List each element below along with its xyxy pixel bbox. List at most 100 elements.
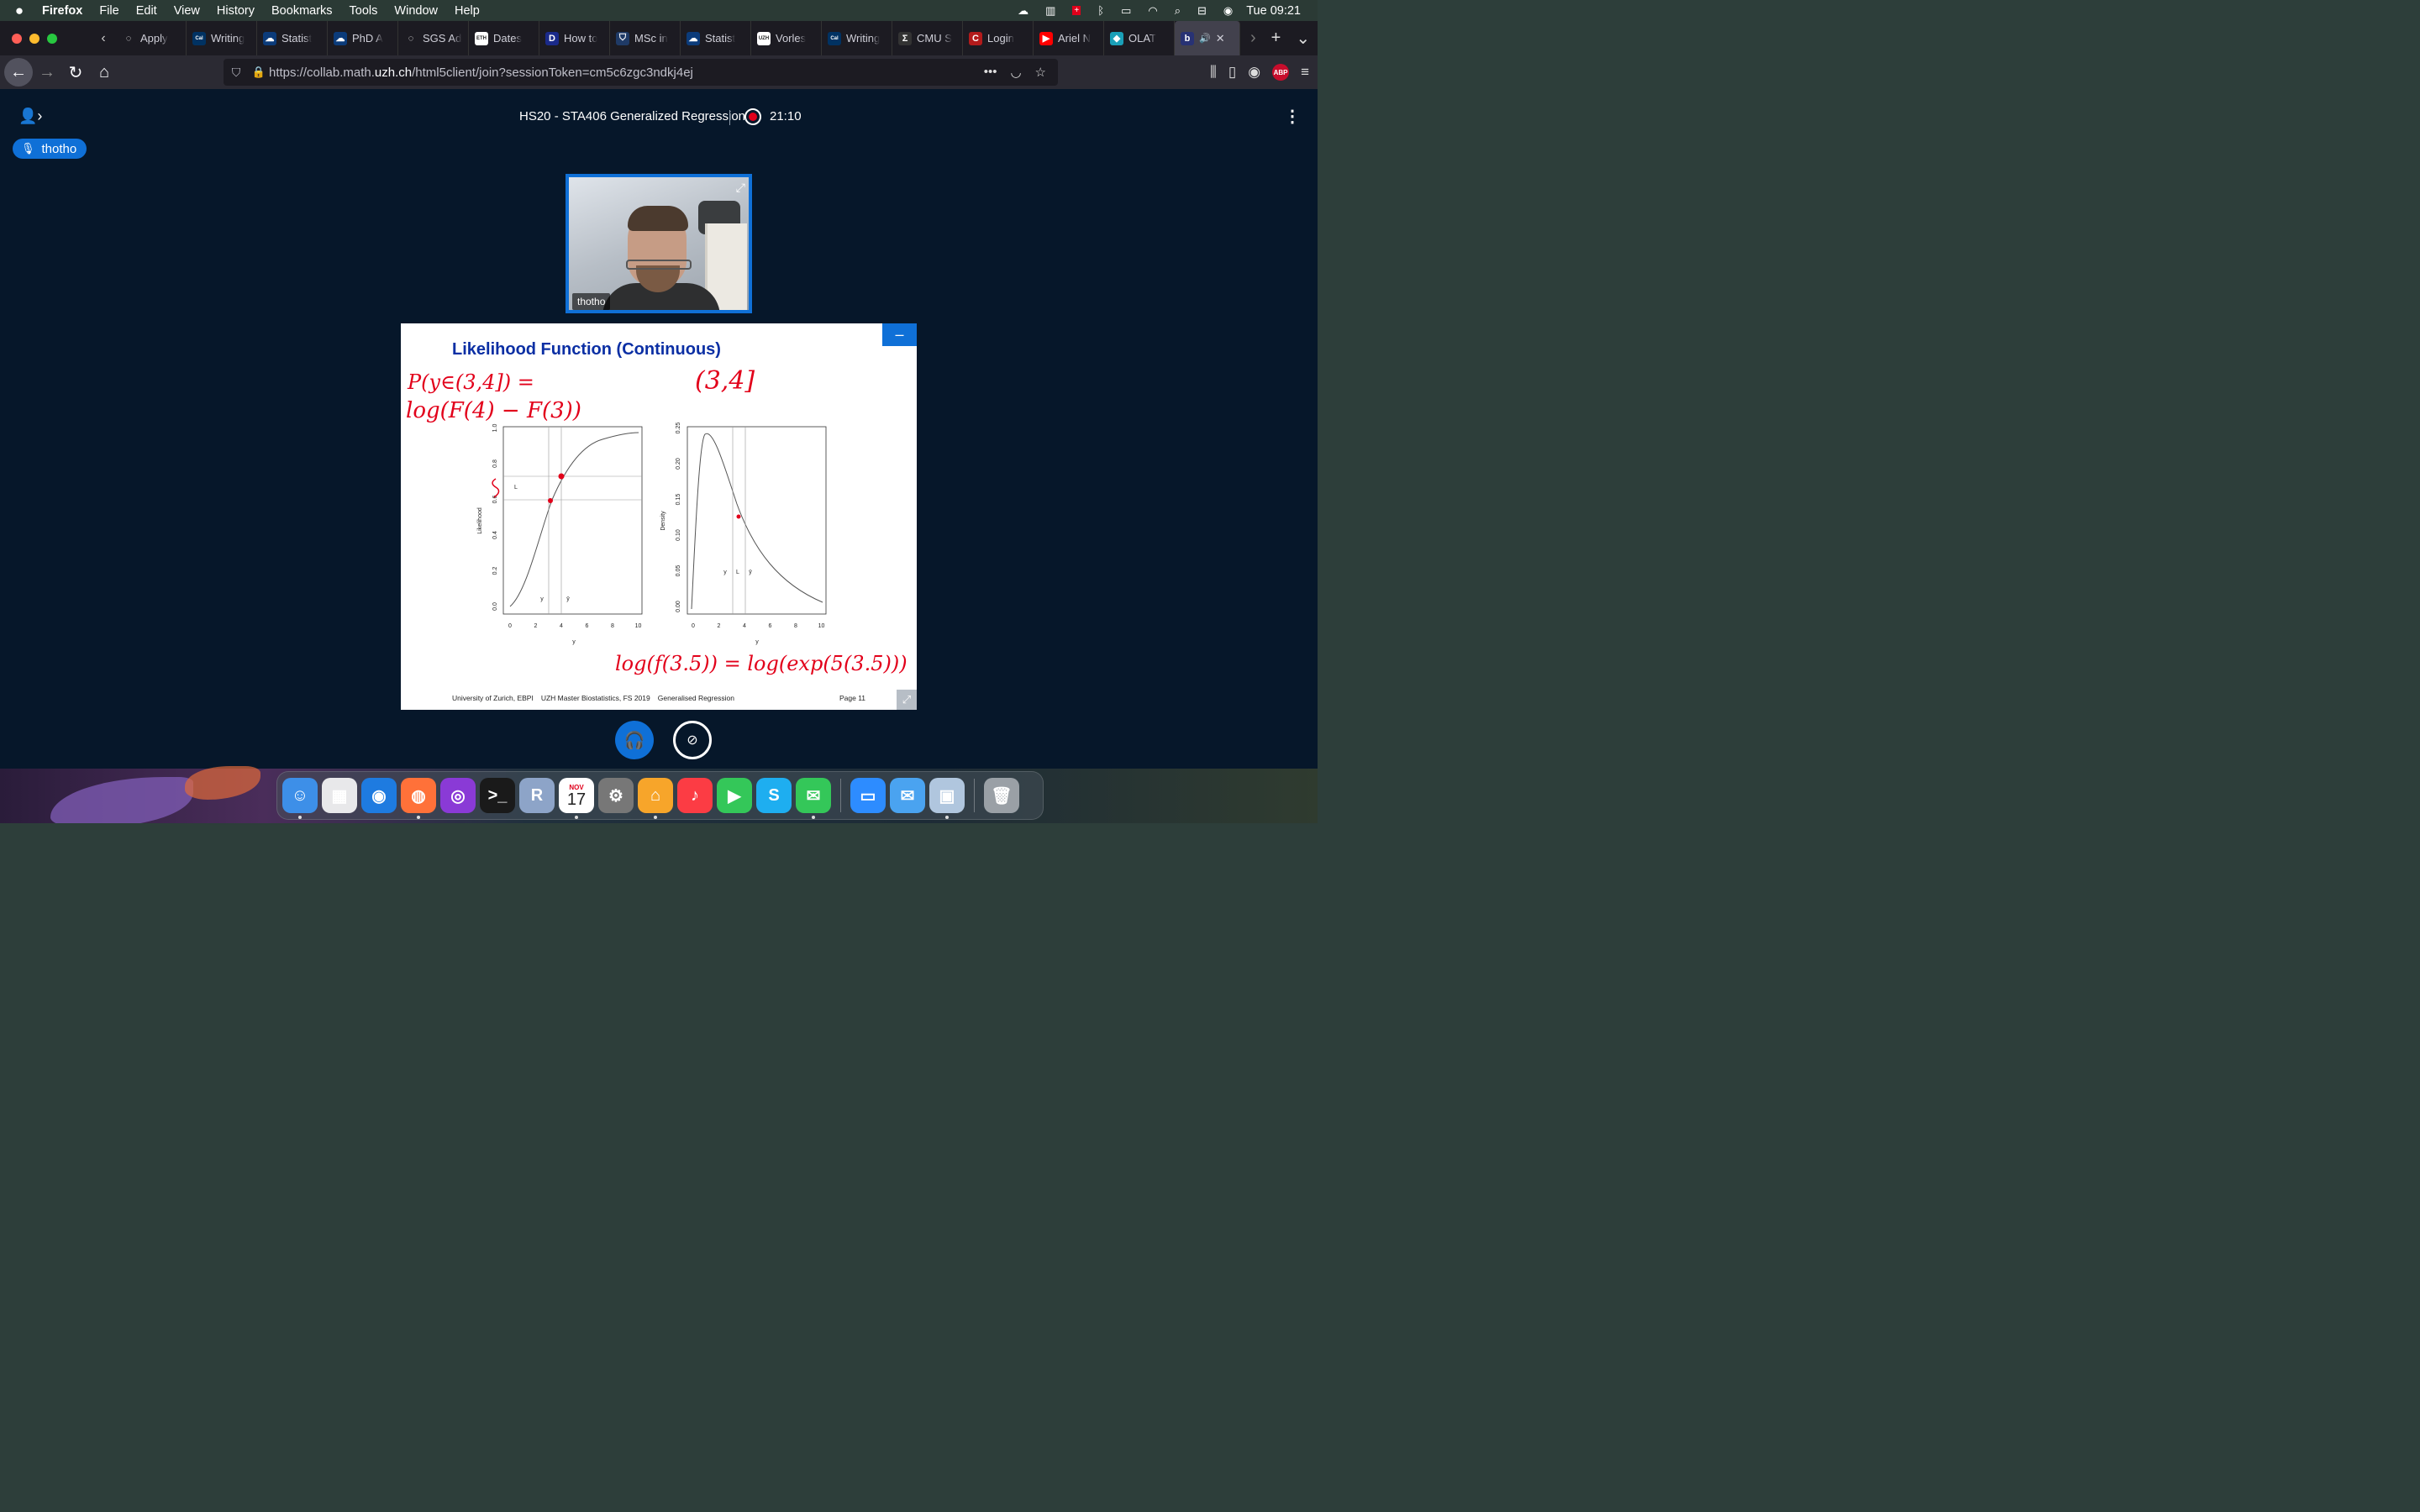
swiss-flag-icon[interactable]: + bbox=[1064, 6, 1089, 15]
menu-help[interactable]: Help bbox=[446, 4, 488, 18]
menu-bookmarks[interactable]: Bookmarks bbox=[263, 4, 341, 18]
leave-audio-button[interactable]: 🎧 bbox=[615, 721, 654, 759]
apple-icon[interactable]: ● bbox=[0, 3, 39, 19]
hamburger-menu-icon[interactable]: ≡ bbox=[1301, 64, 1309, 81]
zoom-window-button[interactable] bbox=[47, 33, 57, 44]
close-tab-icon[interactable]: ✕ bbox=[1216, 32, 1225, 45]
firefox-icon[interactable]: ◍ bbox=[401, 778, 436, 819]
webcam-video[interactable]: ⤢ thotho bbox=[566, 174, 752, 313]
scroll-tabs-left-icon[interactable]: ‹ bbox=[91, 31, 116, 46]
options-menu-icon[interactable]: ⋮ bbox=[1284, 106, 1301, 127]
safari-icon[interactable]: ◉ bbox=[361, 778, 397, 813]
battery-icon[interactable]: ▭ bbox=[1113, 4, 1139, 18]
menu-view[interactable]: View bbox=[166, 4, 208, 18]
library-icon[interactable]: ⫼ bbox=[1210, 64, 1217, 81]
tab-5[interactable]: ETH Dates bbox=[469, 21, 539, 55]
forward-button[interactable]: → bbox=[33, 58, 61, 87]
reload-button[interactable]: ↻ bbox=[61, 58, 90, 87]
messages-icon[interactable]: ✉ bbox=[796, 778, 831, 819]
launchpad-icon[interactable]: ▦ bbox=[322, 778, 357, 813]
menu-tools[interactable]: Tools bbox=[341, 4, 387, 18]
generic-icon: ◌ bbox=[404, 31, 418, 45]
adblock-plus-icon[interactable]: ABP bbox=[1272, 64, 1290, 81]
pocket-icon[interactable]: ◡ bbox=[1010, 65, 1021, 80]
mail-icon[interactable]: ✉ bbox=[890, 778, 925, 813]
running-indicator bbox=[812, 816, 815, 819]
tab-2[interactable]: ☁ Statist bbox=[257, 21, 328, 55]
menu-app-name[interactable]: Firefox bbox=[39, 4, 91, 18]
new-tab-icon[interactable]: + bbox=[1271, 29, 1281, 48]
music-icon[interactable]: ♪ bbox=[677, 778, 713, 813]
tab-4[interactable]: ◌ SGS Admis bbox=[398, 21, 469, 55]
home-icon[interactable]: ⌂ bbox=[638, 778, 673, 819]
webcam-fullscreen-icon[interactable]: ⤢ bbox=[736, 181, 745, 195]
camera-off-icon: ⊘ bbox=[687, 733, 698, 748]
zoom-icon[interactable]: ▭ bbox=[850, 778, 886, 813]
control-center-icon[interactable]: ⊟ bbox=[1189, 4, 1215, 18]
slide-footer: University of Zurich, EBPI UZH Master Bi… bbox=[452, 694, 734, 702]
lock-icon[interactable]: 🔒 bbox=[249, 66, 269, 79]
url-bar[interactable]: ⛉ 🔒 https://collab.math.uzh.ch/html5clie… bbox=[224, 59, 1058, 86]
calendar-icon[interactable]: NOV 17 bbox=[559, 778, 594, 819]
icloud-icon[interactable]: ☁ bbox=[1009, 4, 1037, 18]
recording-time: 21:10 bbox=[770, 109, 802, 123]
r-icon[interactable]: R bbox=[519, 778, 555, 813]
fullscreen-presentation-icon[interactable]: ⤢ bbox=[897, 690, 917, 710]
uzh-icon: UZH bbox=[757, 31, 771, 45]
tab-12[interactable]: C Login bbox=[963, 21, 1034, 55]
home-button[interactable]: ⌂ bbox=[90, 58, 118, 87]
d-icon: D bbox=[545, 31, 559, 45]
ink-log-cdf-expression: log(F(4) − F(3)) bbox=[406, 398, 581, 423]
tab-3[interactable]: ☁ PhD A bbox=[328, 21, 398, 55]
trash-icon[interactable]: 🗑 bbox=[984, 778, 1019, 813]
menu-window[interactable]: Window bbox=[386, 4, 446, 18]
share-webcam-button[interactable]: ⊘ bbox=[673, 721, 712, 759]
tab-7[interactable]: ⛉ MSc in bbox=[610, 21, 681, 55]
tab-14[interactable]: ◆ OLAT bbox=[1104, 21, 1175, 55]
page-actions-icon[interactable]: ••• bbox=[984, 65, 997, 80]
skype-icon[interactable]: S bbox=[756, 778, 792, 813]
tab-0[interactable]: ◌ Apply bbox=[116, 21, 187, 55]
close-window-button[interactable] bbox=[12, 33, 22, 44]
presentation-slide[interactable]: Likelihood Function (Continuous) – 0.0 0… bbox=[401, 323, 917, 710]
system-preferences-icon[interactable]: ⚙ bbox=[598, 778, 634, 813]
tab-8[interactable]: ☁ Statist bbox=[681, 21, 751, 55]
tab-6[interactable]: D How to bbox=[539, 21, 610, 55]
terminal-icon[interactable]: >_ bbox=[480, 778, 515, 813]
user-list-toggle-icon[interactable]: 👤› bbox=[18, 108, 42, 125]
wifi-icon[interactable]: ◠ bbox=[1139, 4, 1165, 18]
talking-indicator[interactable]: 🎙 thotho bbox=[13, 139, 87, 159]
tab-list-chevron-icon[interactable]: ⌄ bbox=[1296, 28, 1310, 49]
footer-course: Generalised Regression bbox=[657, 694, 734, 702]
spotlight-icon[interactable]: ⌕ bbox=[1166, 4, 1189, 18]
podcasts-icon[interactable]: ◎ bbox=[440, 778, 476, 813]
recording-indicator-icon[interactable] bbox=[744, 108, 761, 125]
facetime-icon[interactable]: ▶ bbox=[717, 778, 752, 813]
tracking-shield-icon[interactable]: ⛉ bbox=[224, 66, 249, 80]
menu-clock[interactable]: Tue 09:21 bbox=[1241, 4, 1318, 18]
tab-9[interactable]: UZH Vorles bbox=[751, 21, 822, 55]
tab-1[interactable]: Cal Writing bbox=[187, 21, 257, 55]
tab-11[interactable]: Σ CMU S bbox=[892, 21, 963, 55]
finder-icon[interactable]: ☺ bbox=[282, 778, 318, 819]
menu-history[interactable]: History bbox=[208, 4, 263, 18]
bluetooth-icon[interactable]: ᛒ bbox=[1089, 4, 1113, 17]
minimize-window-button[interactable] bbox=[29, 33, 39, 44]
memory-icon[interactable]: ▥ bbox=[1037, 4, 1064, 18]
preview-icon[interactable]: ▣ bbox=[929, 778, 965, 819]
tab-audio-icon[interactable]: 🔊 bbox=[1199, 33, 1211, 44]
sidebar-icon[interactable]: ▯ bbox=[1228, 64, 1236, 81]
bookmark-star-icon[interactable]: ☆ bbox=[1035, 65, 1046, 80]
siri-icon[interactable]: ◉ bbox=[1215, 4, 1241, 18]
tab-10[interactable]: Cal Writing bbox=[822, 21, 892, 55]
tab-15[interactable]: b 🔊 ✕ bbox=[1175, 21, 1240, 55]
url-text[interactable]: https://collab.math.uzh.ch/html5client/j… bbox=[269, 66, 984, 80]
likelihood-ytick: 1.0 bbox=[492, 424, 498, 433]
scroll-tabs-right-icon[interactable]: › bbox=[1250, 29, 1256, 48]
account-icon[interactable]: ◉ bbox=[1248, 64, 1260, 81]
menu-file[interactable]: File bbox=[91, 4, 127, 18]
menu-edit[interactable]: Edit bbox=[128, 4, 166, 18]
tab-13[interactable]: ▶ Ariel N bbox=[1034, 21, 1104, 55]
back-button[interactable]: ← bbox=[4, 58, 33, 87]
likelihood-xtick: 8 bbox=[611, 623, 614, 629]
